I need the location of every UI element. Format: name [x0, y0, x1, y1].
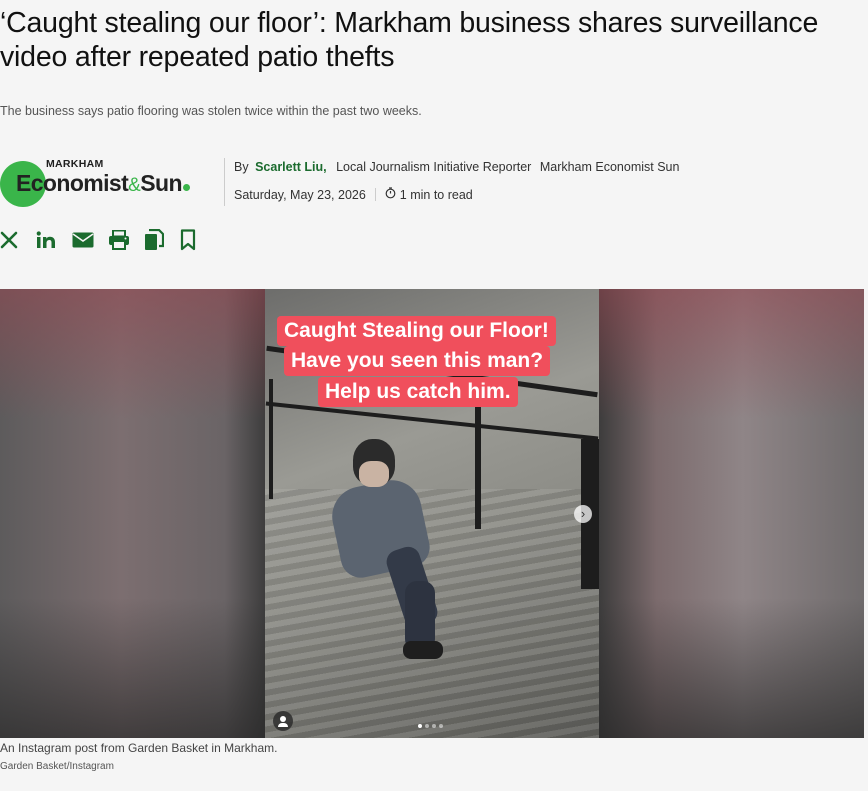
article-headline: ‘Caught stealing our floor’: Markham bus… [0, 7, 819, 73]
publication-logo[interactable]: MARKHAM Economist&Sun [0, 157, 218, 207]
banner-line-2: Have you seen this man? [284, 346, 551, 376]
x-share-icon[interactable] [0, 227, 36, 253]
carousel-next-button[interactable]: › [574, 505, 592, 523]
user-tag-icon[interactable] [273, 711, 293, 731]
carousel-dot[interactable] [432, 724, 436, 728]
email-share-icon[interactable] [72, 227, 108, 253]
byline-prefix: By [234, 160, 249, 174]
bookmark-icon[interactable] [180, 227, 216, 253]
author-link[interactable]: Scarlett Liu, [255, 160, 327, 174]
banner-line-1: Caught Stealing our Floor! [277, 316, 556, 346]
meta-separator [374, 188, 376, 201]
logo-sun-text: Sun [140, 170, 182, 196]
carousel-dot[interactable] [418, 724, 422, 728]
share-toolbar [0, 227, 216, 253]
byline-divider [224, 158, 225, 206]
photo-credit: Garden Basket/Instagram [0, 761, 114, 772]
photo-caption: An Instagram post from Garden Basket in … [0, 741, 278, 755]
byline-meta: Saturday, May 23, 2026 1 min to read [234, 187, 473, 202]
read-time: 1 min to read [399, 187, 473, 202]
copy-link-icon[interactable] [144, 227, 180, 253]
logo-markham-text: MARKHAM [46, 158, 104, 170]
publish-date: Saturday, May 23, 2026 [234, 187, 366, 202]
logo-dot [182, 184, 190, 191]
suspect-shoe [403, 641, 443, 659]
carousel-dots [418, 724, 443, 728]
logo-economist-text: Economist [16, 170, 129, 196]
banner-line-3: Help us catch him. [318, 377, 518, 407]
clock-icon [385, 187, 396, 202]
author-org: Markham Economist Sun [539, 160, 680, 174]
linkedin-share-icon[interactable] [36, 227, 72, 253]
logo-amp-text: & [128, 175, 141, 196]
patio-rail [265, 401, 599, 441]
article-subhead: The business says patio flooring was sto… [0, 104, 422, 118]
logo-wordmark: Economist&Sun [16, 170, 190, 197]
print-icon[interactable] [108, 227, 144, 253]
author-role: Local Journalism Initiative Reporter [336, 160, 532, 174]
instagram-post-image: Caught Stealing our Floor! Have you seen… [265, 289, 599, 738]
suspect-face [359, 461, 389, 487]
article-photo: Caught Stealing our Floor! Have you seen… [0, 289, 864, 738]
carousel-dot[interactable] [439, 724, 443, 728]
byline-row: MARKHAM Economist&Sun By Scarlett Liu, L… [0, 155, 860, 207]
byline-authors: By Scarlett Liu, Local Journalism Initia… [234, 160, 679, 174]
carousel-dot[interactable] [425, 724, 429, 728]
patio-post [269, 379, 273, 499]
